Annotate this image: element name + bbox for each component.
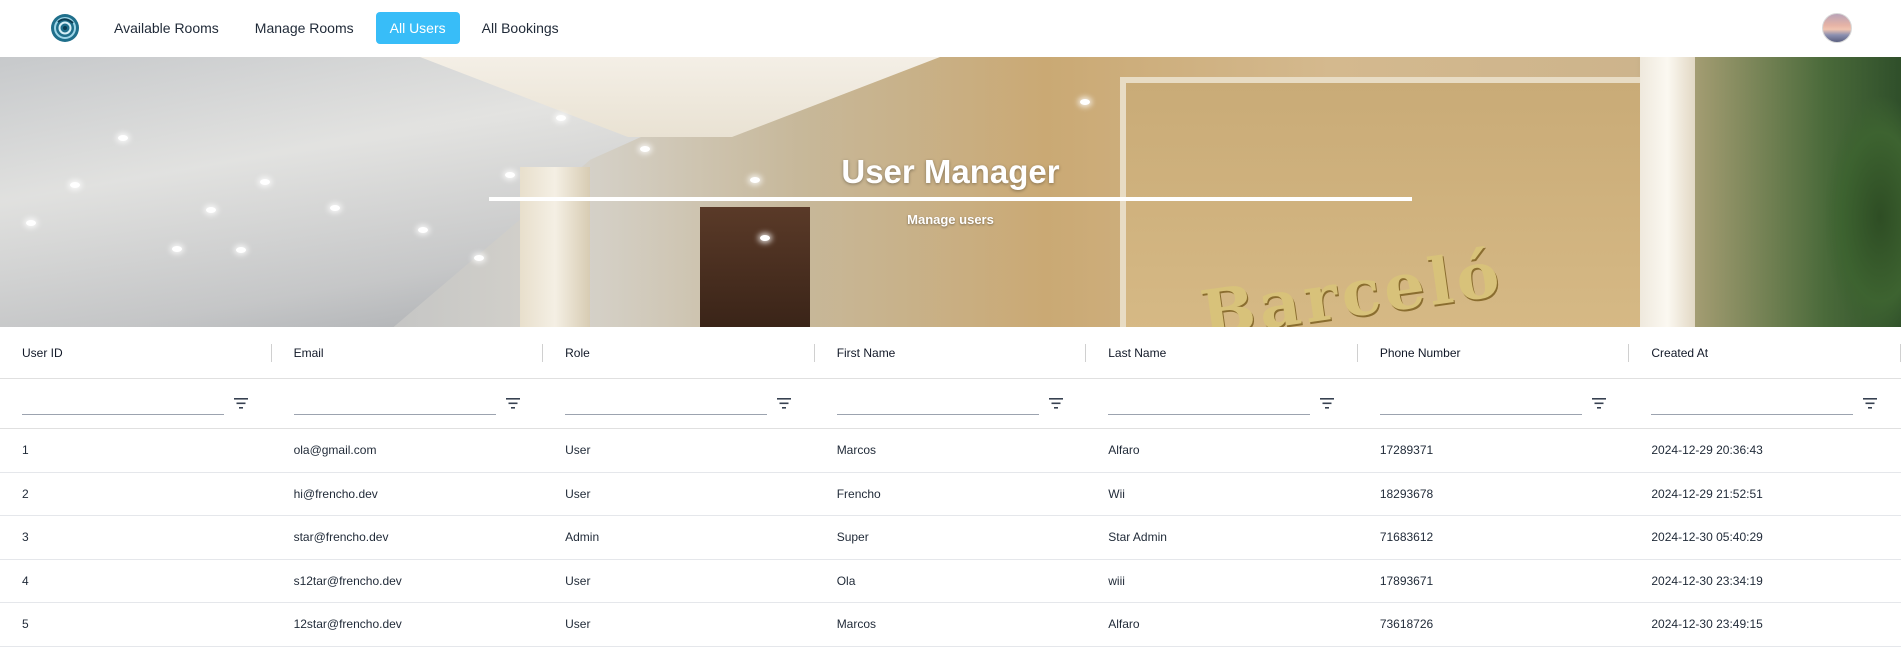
table-row[interactable]: 3 star@frencho.dev Admin Super Star Admin 716… <box>0 516 1901 560</box>
table-header-row: User ID Email Role First Name Last Name Phone… <box>0 327 1901 379</box>
filter-cell-first-name <box>815 379 1087 428</box>
top-navbar: Available Rooms Manage Rooms All Users A… <box>0 0 1901 57</box>
filter-input-last-name[interactable] <box>1108 385 1311 415</box>
page-title: User Manager <box>841 153 1060 190</box>
column-header-role[interactable]: Role <box>543 327 815 378</box>
table-row[interactable]: 4 s12tar@frencho.dev User Ola wiii 17893671 20… <box>0 560 1901 603</box>
cell-last-name: Alfaro <box>1108 443 1140 458</box>
filter-icon[interactable] <box>1048 397 1063 409</box>
cell-email: ola@gmail.com <box>293 443 377 458</box>
filter-icon[interactable] <box>1591 397 1606 409</box>
cell-email: hi@frencho.dev <box>293 486 378 501</box>
cell-role: User <box>565 573 591 588</box>
nav-manage-rooms[interactable]: Manage Rooms <box>241 12 368 44</box>
cell-last-name: Alfaro <box>1108 617 1140 632</box>
nav-all-bookings[interactable]: All Bookings <box>468 12 573 44</box>
title-underline <box>489 197 1412 201</box>
cell-last-name: wiii <box>1108 573 1125 588</box>
cell-created-at: 2024-12-30 05:40:29 <box>1651 530 1763 545</box>
filter-input-first-name[interactable] <box>836 385 1039 415</box>
filter-input-created-at[interactable] <box>1651 385 1854 415</box>
filter-cell-phone-number <box>1358 379 1630 428</box>
cell-user-id: 3 <box>22 530 29 545</box>
column-header-label: Phone Number <box>1379 345 1461 360</box>
nav-available-rooms[interactable]: Available Rooms <box>100 12 233 44</box>
hero-column-shape <box>1640 57 1695 327</box>
nav-links: Available Rooms Manage Rooms All Users A… <box>100 12 581 44</box>
column-header-label: Last Name <box>1108 345 1167 360</box>
users-table: User ID Email Role First Name Last Name Phone… <box>0 327 1901 647</box>
column-header-label: First Name <box>836 345 896 360</box>
column-header-user-id[interactable]: User ID <box>0 327 272 378</box>
filter-cell-user-id <box>0 379 272 428</box>
table-body: 1 ola@gmail.com User Marcos Alfaro 17289371 20… <box>0 429 1901 647</box>
hero-pillar-shape <box>520 167 590 327</box>
filter-cell-created-at <box>1629 379 1901 428</box>
cell-role: User <box>565 617 591 632</box>
cell-role: User <box>565 486 591 501</box>
cell-role: Admin <box>565 530 600 545</box>
filter-icon[interactable] <box>1320 397 1335 409</box>
filter-icon[interactable] <box>777 397 792 409</box>
cell-user-id: 4 <box>22 573 29 588</box>
cell-role: User <box>565 443 591 458</box>
user-avatar[interactable] <box>1822 13 1852 43</box>
cell-last-name: Wii <box>1108 486 1125 501</box>
column-header-label: User ID <box>22 345 63 360</box>
column-header-label: Email <box>293 345 324 360</box>
cell-phone-number: 17893671 <box>1379 573 1434 588</box>
filter-icon[interactable] <box>1863 397 1878 409</box>
column-header-last-name[interactable]: Last Name <box>1086 327 1358 378</box>
cell-created-at: 2024-12-29 21:52:51 <box>1651 486 1763 501</box>
table-row[interactable]: 2 hi@frencho.dev User Frencho Wii 18293678 202… <box>0 473 1901 516</box>
filter-cell-email <box>272 379 544 428</box>
cell-first-name: Super <box>836 530 869 545</box>
page-subtitle: Manage users <box>907 212 994 227</box>
filter-input-email[interactable] <box>293 385 496 415</box>
app-logo-icon[interactable] <box>48 13 82 43</box>
cell-email: star@frencho.dev <box>293 530 389 545</box>
filter-cell-last-name <box>1086 379 1358 428</box>
cell-first-name: Marcos <box>836 617 877 632</box>
cell-user-id: 5 <box>22 617 29 632</box>
filter-icon[interactable] <box>505 397 520 409</box>
column-header-phone-number[interactable]: Phone Number <box>1358 327 1630 378</box>
table-row[interactable]: 5 12star@frencho.dev User Marcos Alfaro 73618… <box>0 603 1901 647</box>
column-header-first-name[interactable]: First Name <box>815 327 1087 378</box>
column-header-email[interactable]: Email <box>272 327 544 378</box>
filter-icon[interactable] <box>234 397 248 409</box>
cell-created-at: 2024-12-29 20:36:43 <box>1651 443 1763 458</box>
cell-phone-number: 71683612 <box>1379 530 1434 545</box>
filter-cell-role <box>543 379 815 428</box>
cell-user-id: 2 <box>22 486 29 501</box>
cell-user-id: 1 <box>22 443 29 458</box>
cell-email: 12star@frencho.dev <box>293 617 402 632</box>
cell-phone-number: 18293678 <box>1379 486 1434 501</box>
cell-phone-number: 73618726 <box>1379 617 1434 632</box>
table-filter-row <box>0 379 1901 429</box>
cell-email: s12tar@frencho.dev <box>293 573 402 588</box>
filter-input-role[interactable] <box>565 385 768 415</box>
column-header-label: Role <box>565 345 590 360</box>
table-row[interactable]: 1 ola@gmail.com User Marcos Alfaro 17289371 20… <box>0 429 1901 473</box>
cell-first-name: Ola <box>836 573 856 588</box>
column-header-created-at[interactable]: Created At <box>1629 327 1901 378</box>
cell-first-name: Frencho <box>836 486 881 501</box>
cell-phone-number: 17289371 <box>1379 443 1434 458</box>
column-header-label: Created At <box>1651 345 1709 360</box>
cell-last-name: Star Admin <box>1108 530 1167 545</box>
cell-created-at: 2024-12-30 23:34:19 <box>1651 573 1763 588</box>
hero-banner: Barceló User Manager Manage users <box>0 57 1901 327</box>
filter-input-user-id[interactable] <box>22 385 224 415</box>
cell-first-name: Marcos <box>836 443 877 458</box>
cell-created-at: 2024-12-30 23:49:15 <box>1651 617 1763 632</box>
nav-all-users[interactable]: All Users <box>375 12 460 44</box>
filter-input-phone-number[interactable] <box>1379 385 1582 415</box>
